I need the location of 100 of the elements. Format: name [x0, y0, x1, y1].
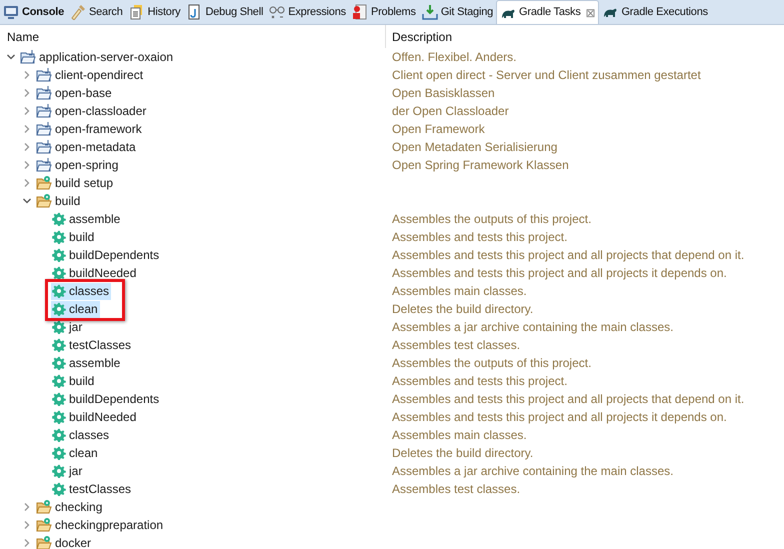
- tree-item[interactable]: jar: [51, 318, 84, 336]
- tree-item[interactable]: checking: [35, 498, 104, 516]
- folder-gear-icon: [36, 175, 52, 191]
- tree-item[interactable]: jar: [51, 462, 84, 480]
- tree-item[interactable]: testClasses: [51, 480, 134, 498]
- gear-icon: [52, 392, 66, 406]
- description-text: Open Framework: [391, 121, 485, 138]
- tree-item[interactable]: build: [51, 372, 96, 390]
- view-tab[interactable]: Search: [67, 0, 126, 24]
- description-text: Assembles main classes.: [391, 427, 527, 444]
- description-text: Open Metadaten Serialisierung: [391, 139, 558, 156]
- tree-item[interactable]: classes: [51, 426, 112, 444]
- description-text: Deletes the build directory.: [391, 445, 534, 462]
- expand-chevron-icon[interactable]: [22, 160, 32, 170]
- tree-item[interactable]: assemble: [51, 210, 122, 228]
- project-folder-icon: [36, 139, 52, 155]
- view-tab[interactable]: Debug Shell: [183, 0, 266, 24]
- gear-icon: [52, 212, 66, 226]
- project-folder-icon: [20, 49, 36, 65]
- description-text: Deletes the build directory.: [391, 301, 534, 318]
- tree-item[interactable]: build setup: [35, 174, 116, 192]
- expand-chevron-icon[interactable]: [22, 88, 32, 98]
- collapse-chevron-icon[interactable]: [22, 196, 32, 206]
- description-text: Assembles a jar archive containing the main classes.: [391, 463, 674, 480]
- tray-download-icon: [422, 4, 438, 20]
- tree-item[interactable]: build: [35, 192, 82, 210]
- column-header[interactable]: Description: [386, 25, 452, 48]
- notepad-icon: [186, 4, 202, 20]
- close-icon[interactable]: ⊠: [586, 4, 596, 22]
- view-tab[interactable]: Expressions: [266, 0, 349, 24]
- gear-icon: [52, 284, 66, 298]
- tree-item[interactable]: clean: [51, 300, 100, 318]
- tree-item[interactable]: testClasses: [51, 336, 134, 354]
- tree-item[interactable]: buildNeeded: [51, 408, 138, 426]
- tree-item[interactable]: assemble: [51, 354, 122, 372]
- description-text: Open Basisklassen: [391, 85, 495, 102]
- view-tab[interactable]: Gradle Tasks ⊠: [496, 0, 600, 24]
- gear-icon: [52, 302, 66, 316]
- gear-icon: [52, 266, 66, 280]
- tree-item[interactable]: build: [51, 228, 96, 246]
- tree-item[interactable]: buildDependents: [51, 390, 162, 408]
- gear-icon: [52, 320, 66, 334]
- description-text: Assembles test classes.: [391, 481, 520, 498]
- description-text: Assembles a jar archive containing the main classes.: [391, 319, 674, 336]
- gear-icon: [52, 338, 66, 352]
- document-icon: [128, 4, 145, 20]
- expand-chevron-icon[interactable]: [22, 106, 32, 116]
- tree-item[interactable]: open-framework: [35, 120, 144, 138]
- expand-chevron-icon[interactable]: [22, 124, 32, 134]
- view-tab[interactable]: Git Staging: [418, 0, 496, 24]
- description-text: Assembles the outputs of this project.: [391, 355, 592, 372]
- description-text: Assembles main classes.: [391, 283, 527, 300]
- tree-item[interactable]: buildDependents: [51, 246, 162, 264]
- monitor-icon: [3, 4, 19, 20]
- tree-item[interactable]: classes: [51, 282, 112, 300]
- gear-icon: [52, 356, 66, 370]
- tree-item[interactable]: application-server-oxaion: [19, 48, 176, 66]
- project-folder-icon: [36, 85, 52, 101]
- description-text: Assembles the outputs of this project.: [391, 211, 592, 228]
- tree-item[interactable]: open-base: [35, 84, 114, 102]
- expand-chevron-icon[interactable]: [22, 178, 32, 188]
- column-header[interactable]: Name: [0, 25, 386, 48]
- view-tab[interactable]: Problems: [348, 0, 419, 24]
- description-text: Assembles test classes.: [391, 337, 520, 354]
- tree-item[interactable]: docker: [35, 534, 94, 549]
- description-text: Assembles and tests this project and all projects it depends on.: [391, 409, 727, 426]
- expand-chevron-icon[interactable]: [22, 70, 32, 80]
- tree-item[interactable]: buildNeeded: [51, 264, 138, 282]
- tree-item[interactable]: open-metadata: [35, 138, 138, 156]
- expand-chevron-icon[interactable]: [22, 520, 32, 530]
- problems-icon: [352, 4, 368, 20]
- folder-gear-icon: [36, 193, 52, 209]
- expand-chevron-icon[interactable]: [22, 502, 32, 512]
- gear-icon: [52, 230, 66, 244]
- description-text: Assembles and tests this project.: [391, 229, 568, 246]
- gear-icon: [52, 446, 66, 460]
- description-text: der Open Classloader: [391, 103, 509, 120]
- expand-chevron-icon[interactable]: [22, 142, 32, 152]
- gear-icon: [52, 248, 66, 262]
- view-tab[interactable]: Console: [0, 0, 67, 24]
- project-folder-icon: [36, 67, 52, 83]
- folder-gear-icon: [36, 499, 52, 515]
- expand-chevron-icon[interactable]: [22, 538, 32, 548]
- folder-gear-icon: [36, 517, 52, 533]
- tree-item[interactable]: open-classloader: [35, 102, 148, 120]
- project-folder-icon: [36, 103, 52, 119]
- gear-icon: [52, 482, 66, 496]
- tree-item[interactable]: client-opendirect: [35, 66, 146, 84]
- description-text: Assembles and tests this project and all projects it depends on.: [391, 265, 727, 282]
- collapse-chevron-icon[interactable]: [6, 52, 16, 62]
- gear-icon: [52, 428, 66, 442]
- description-text: Open Spring Framework Klassen: [391, 157, 569, 174]
- tree-item[interactable]: clean: [51, 444, 100, 462]
- view-tab[interactable]: History: [126, 0, 184, 24]
- tree-item[interactable]: open-spring: [35, 156, 120, 174]
- description-text: Assembles and tests this project.: [391, 373, 568, 390]
- description-text: Assembles and tests this project and all projects that depend on it.: [391, 247, 744, 264]
- gear-icon: [52, 464, 66, 478]
- view-tab[interactable]: Gradle Executions: [599, 0, 711, 24]
- tree-item[interactable]: checkingpreparation: [35, 516, 166, 534]
